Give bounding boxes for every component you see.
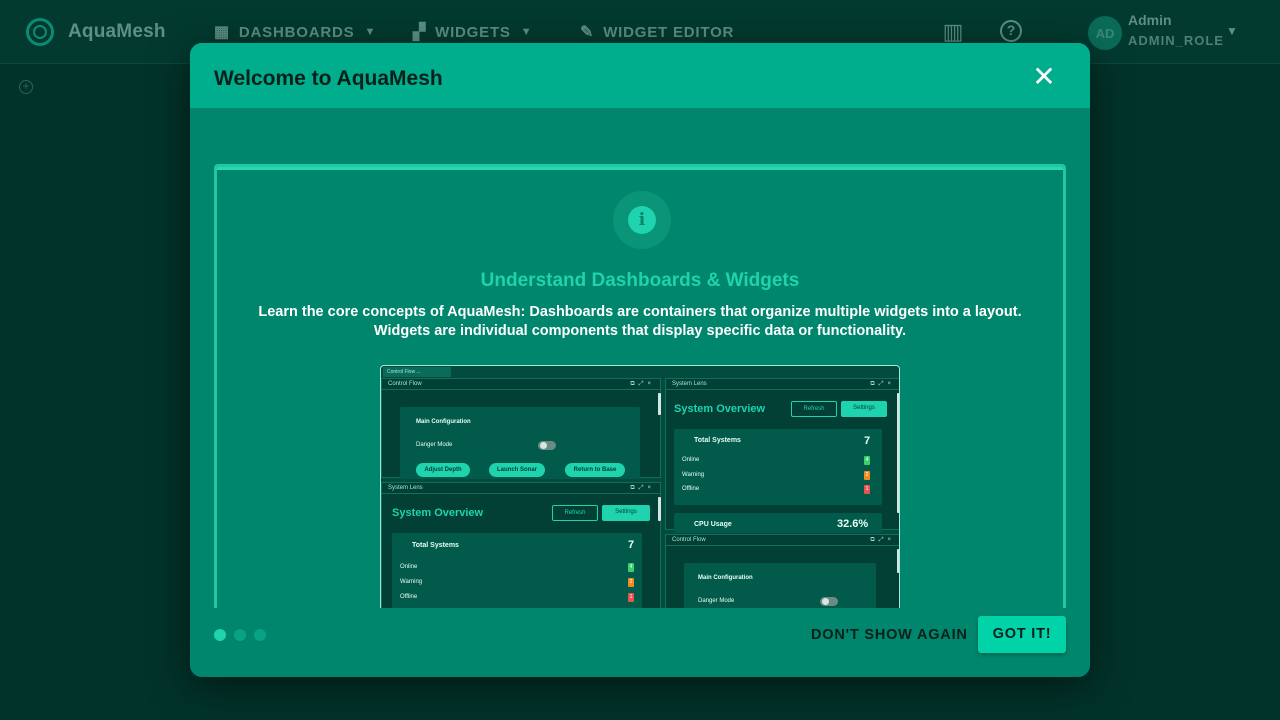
nav-widget-editor-label: WIDGET EDITOR bbox=[603, 23, 735, 41]
preview-row-badge: 1 bbox=[628, 593, 634, 602]
tutorial-slide: i Understand Dashboards & Widgets Learn … bbox=[214, 164, 1066, 614]
preview-system-lens-panel: System Lens ⧉⤢× System Overview Refresh S… bbox=[381, 482, 661, 611]
preview-button: Return to Base bbox=[565, 463, 625, 477]
preview-row-label: Offline bbox=[682, 486, 700, 492]
preview-toggle bbox=[538, 441, 556, 450]
preview-button: Launch Sonar bbox=[489, 463, 545, 477]
nav-widgets-label: WIDGETS bbox=[435, 23, 511, 41]
preview-tab: Control Flow ... bbox=[383, 367, 451, 377]
info-bubble: i bbox=[613, 191, 671, 249]
preview-cpu-value: 32.6% bbox=[837, 518, 869, 530]
preview-system-overview-title: System Overview bbox=[674, 403, 766, 415]
preview-row-label: Online bbox=[682, 457, 700, 463]
preview-row-label: Warning bbox=[400, 579, 423, 585]
preview-button: Adjust Depth bbox=[416, 463, 470, 477]
chevron-down-icon: ▼ bbox=[520, 26, 533, 38]
preview-refresh-button: Refresh bbox=[552, 505, 598, 521]
dialog-title: Welcome to AquaMesh bbox=[214, 67, 443, 90]
info-icon: i bbox=[628, 206, 656, 234]
slide-title: Understand Dashboards & Widgets bbox=[480, 270, 800, 291]
got-it-button[interactable]: GOT IT! bbox=[978, 616, 1066, 653]
preview-total-value: 7 bbox=[628, 539, 635, 551]
preview-settings-button: Settings bbox=[841, 401, 887, 417]
preview-toggle bbox=[820, 597, 838, 606]
close-icon[interactable]: ✕ bbox=[1032, 63, 1056, 91]
preview-row-badge: 2 bbox=[628, 578, 634, 587]
preview-scrollbar bbox=[897, 549, 899, 573]
chevron-down-icon[interactable]: ▼ bbox=[1226, 24, 1238, 38]
preview-total-value: 7 bbox=[864, 435, 871, 447]
preview-scrollbar bbox=[658, 393, 661, 415]
nav-widget-editor[interactable]: ✎ WIDGET EDITOR bbox=[580, 22, 734, 42]
preview-config-card bbox=[684, 563, 876, 611]
chevron-down-icon: ▼ bbox=[364, 26, 377, 38]
avatar[interactable]: AD bbox=[1088, 16, 1122, 50]
preview-row-badge: 4 bbox=[864, 456, 870, 465]
preview-row-badge: 2 bbox=[864, 471, 870, 480]
logo-icon bbox=[26, 17, 54, 46]
user-role: ADMIN_ROLE bbox=[1128, 33, 1224, 48]
step-dot[interactable] bbox=[234, 629, 246, 641]
preview-settings-button: Settings bbox=[602, 505, 650, 521]
preview-toggle-label: Danger Mode bbox=[416, 442, 453, 448]
pencil-icon: ✎ bbox=[580, 24, 595, 41]
nav-widgets-menu[interactable]: ▞ WIDGETS ▼ bbox=[413, 22, 532, 42]
preview-row-badge: 1 bbox=[864, 485, 870, 494]
nav-dashboards-menu[interactable]: ▦ DASHBOARDS ▼ bbox=[214, 22, 376, 42]
preview-row-label: Warning bbox=[682, 472, 705, 478]
preview-row-label: Offline bbox=[400, 594, 418, 600]
preview-section-title: Main Configuration bbox=[416, 419, 471, 425]
brand[interactable]: AquaMesh bbox=[26, 17, 166, 46]
preview-panel-bar: Control Flow ⧉⤢× bbox=[382, 379, 660, 390]
dashboards-icon: ▦ bbox=[214, 24, 230, 41]
preview-total-label: Total Systems bbox=[694, 437, 741, 444]
nav-dashboards-label: DASHBOARDS bbox=[238, 23, 355, 41]
slide-description: Learn the core concepts of AquaMesh: Das… bbox=[258, 304, 1022, 339]
widgets-icon: ▞ bbox=[413, 24, 427, 41]
app-name: AquaMesh bbox=[68, 20, 166, 42]
user-name[interactable]: Admin bbox=[1128, 12, 1172, 28]
step-dot-active[interactable] bbox=[214, 629, 226, 641]
help-icon[interactable]: ? bbox=[1000, 20, 1022, 42]
book-icon[interactable]: ▥ bbox=[940, 20, 966, 44]
dialog-header: Welcome to AquaMesh ✕ bbox=[190, 43, 1090, 108]
preview-toggle-label: Danger Mode bbox=[698, 598, 735, 604]
preview-panel-bar: System Lens ⧉⤢× bbox=[666, 379, 899, 390]
preview-total-label: Total Systems bbox=[412, 542, 459, 549]
preview-control-flow-panel: Control Flow ⧉⤢× Main Configuration Dange… bbox=[665, 534, 899, 611]
preview-panel-bar: Control Flow ⧉⤢× bbox=[666, 535, 899, 546]
preview-cpu-label: CPU Usage bbox=[694, 521, 732, 528]
preview-refresh-button: Refresh bbox=[791, 401, 837, 417]
preview-section-title: Main Configuration bbox=[698, 575, 753, 581]
welcome-dialog: Welcome to AquaMesh ✕ i Understand Dashb… bbox=[190, 43, 1090, 677]
preview-panel-bar: System Lens ⧉⤢× bbox=[382, 483, 660, 494]
preview-system-overview-title: System Overview bbox=[392, 507, 484, 519]
add-icon[interactable]: + bbox=[19, 80, 33, 94]
preview-row-badge: 4 bbox=[628, 563, 634, 572]
preview-system-lens-panel: System Lens ⧉⤢× System Overview Refresh S… bbox=[665, 378, 899, 533]
preview-row-label: Online bbox=[400, 564, 418, 570]
dont-show-again-button[interactable]: DON'T SHOW AGAIN bbox=[811, 627, 968, 643]
step-dot[interactable] bbox=[254, 629, 266, 641]
dashboard-preview-image: Control Flow ... Control Flow ⧉⤢× Main Co… bbox=[380, 365, 900, 611]
preview-scrollbar bbox=[658, 497, 661, 521]
preview-control-flow-panel: Control Flow ⧉⤢× Main Configuration Dange… bbox=[381, 378, 661, 479]
preview-scrollbar bbox=[897, 393, 899, 513]
